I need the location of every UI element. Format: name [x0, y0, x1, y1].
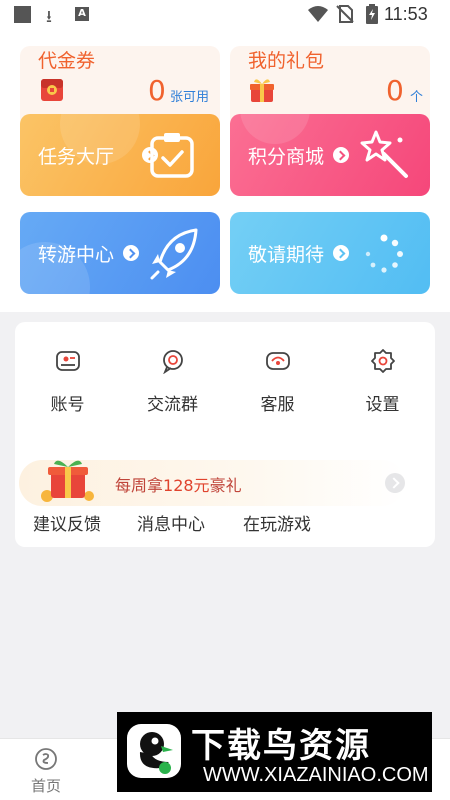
clipboard-check-icon	[150, 133, 194, 178]
transfer-center-label: 转游中心	[38, 244, 115, 266]
home-coin-icon	[35, 748, 57, 770]
gift-pack-unit: 个	[410, 90, 424, 105]
points-mall-label: 积分商城	[248, 146, 325, 168]
promo-text: 每周拿128元豪礼	[115, 472, 242, 496]
wifi-icon	[308, 6, 328, 22]
menu-item-message-center[interactable]: 消息中心	[137, 510, 205, 535]
battery-charging-icon	[366, 4, 378, 24]
menu-card: 账号 交流群 客服 设置 每周拿128元豪礼 建议反馈 消息中心 在玩游戏	[15, 322, 435, 547]
a-notification-icon: A	[75, 7, 89, 21]
voucher-count: 0	[148, 74, 166, 107]
voucher-title: 代金券	[38, 50, 96, 72]
weekly-gift-banner[interactable]: 每周拿128元豪礼	[19, 460, 405, 506]
menu-item-settings[interactable]: 设置	[330, 348, 435, 415]
chevron-right-icon[interactable]	[385, 473, 405, 493]
settings-gear-icon	[370, 349, 395, 373]
gift-pack-count: 0	[386, 74, 404, 107]
chevron-right-icon	[123, 245, 139, 261]
customer-service-icon	[265, 352, 290, 370]
voucher-unit: 张可用	[170, 90, 210, 105]
nav-item-home[interactable]: 首页	[6, 747, 86, 796]
red-envelope-icon	[41, 79, 63, 101]
promo-suffix: 豪礼	[209, 476, 242, 495]
menu-item-label: 账号	[50, 395, 85, 415]
coming-soon-label: 敬请期待	[248, 244, 325, 266]
top-area: 代金券 0 张可用 我的礼包 0 个 任务大厅 积分商城 转游中心 敬请期待	[0, 30, 450, 312]
watermark-title: 下载鸟资源	[191, 726, 371, 766]
gift-box-icon	[250, 79, 274, 102]
nav-item-label: 首页	[30, 777, 61, 795]
no-sim-icon	[336, 5, 354, 23]
menu-item-customer-service[interactable]: 客服	[225, 348, 330, 415]
status-bar: ⭳ A 11:53	[0, 0, 450, 30]
gift-pack-title: 我的礼包	[248, 50, 325, 72]
bird-logo-icon	[127, 724, 181, 778]
download-icon: ⭳	[46, 7, 52, 27]
transfer-center-tile[interactable]: 转游中心	[20, 212, 220, 294]
account-icon	[55, 351, 80, 371]
chevron-right-icon	[333, 245, 349, 261]
chat-group-icon	[162, 350, 183, 374]
menu-item-playing-games[interactable]: 在玩游戏	[243, 510, 311, 535]
menu-item-label: 客服	[260, 395, 295, 415]
chevron-right-icon	[333, 147, 349, 163]
menu-item-account[interactable]: 账号	[15, 348, 120, 415]
magic-wand-star-icon	[360, 130, 408, 178]
watermark-banner: 下载鸟资源 WWW.XIAZAINIAO.COM	[117, 712, 432, 792]
menu-item-label: 交流群	[147, 395, 198, 415]
tile-decoration	[240, 114, 310, 144]
promo-prefix: 每周拿	[115, 476, 164, 495]
gift-box-promo-icon	[41, 460, 94, 502]
rocket-icon	[150, 228, 198, 280]
notification-square-icon	[14, 6, 31, 23]
task-hall-label: 任务大厅	[38, 146, 115, 168]
menu-item-label: 设置	[365, 395, 400, 415]
clock-time: 11:53	[384, 4, 428, 24]
menu-item-feedback[interactable]: 建议反馈	[33, 510, 101, 535]
coming-soon-tile[interactable]: 敬请期待	[230, 212, 430, 294]
promo-highlight: 128元	[163, 476, 210, 495]
watermark-url: WWW.XIAZAINIAO.COM	[203, 764, 429, 786]
task-hall-tile[interactable]: 任务大厅	[20, 114, 220, 196]
menu-item-chat-group[interactable]: 交流群	[120, 348, 225, 415]
loading-spinner-icon	[365, 234, 403, 273]
points-mall-tile[interactable]: 积分商城	[230, 114, 430, 196]
